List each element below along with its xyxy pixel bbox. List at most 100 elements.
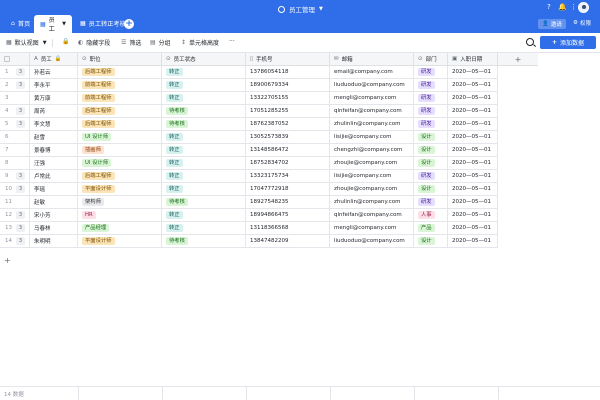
table-row[interactable]: 14 3 朱明明 平面设计师 待考核 13847482209 liuduoduo@compa…: [0, 235, 498, 248]
row-height-button[interactable]: ↕ 单元格高度: [181, 38, 219, 47]
comment-count-badge[interactable]: 3: [16, 68, 25, 76]
phone-cell[interactable]: 18762387052: [246, 118, 330, 131]
hire-date-cell[interactable]: 2020—05—01: [448, 183, 498, 196]
column-header-status[interactable]: ⊙ 员工状态: [162, 53, 246, 66]
hire-date-cell[interactable]: 2020—05—01: [448, 105, 498, 118]
comment-count-badge[interactable]: 3: [16, 211, 25, 219]
position-cell[interactable]: HR: [78, 209, 162, 222]
department-cell[interactable]: 研发: [414, 196, 448, 209]
email-cell[interactable]: qinfeifan@company.com: [330, 105, 414, 118]
comment-count-badge[interactable]: 3: [16, 237, 25, 245]
column-header-department[interactable]: ⊙ 部门: [414, 53, 448, 66]
email-cell[interactable]: liuduoduo@company.com: [330, 235, 414, 248]
status-cell[interactable]: 转正: [162, 92, 246, 105]
row-comment-cell[interactable]: 3: [14, 183, 30, 196]
status-cell[interactable]: 转正: [162, 144, 246, 157]
position-cell[interactable]: 产品经理: [78, 222, 162, 235]
table-row[interactable]: 6 赵雪 UI 设计师 转正 13052573839 lisijie@company.co…: [0, 131, 498, 144]
table-row[interactable]: 8 汪强 UI 设计师 转正 18752834702 zhoujie@company.co…: [0, 157, 498, 170]
row-comment-cell[interactable]: [14, 144, 30, 157]
status-cell[interactable]: 转正: [162, 170, 246, 183]
hire-date-cell[interactable]: 2020—05—01: [448, 196, 498, 209]
hire-date-cell[interactable]: 2020—05—01: [448, 144, 498, 157]
email-cell[interactable]: chengzhi@company.com: [330, 144, 414, 157]
table-row[interactable]: 7 景春博 插画师 转正 13148586472 chengzhi@company.com…: [0, 144, 498, 157]
tab-employees[interactable]: ▦ 员工 ▼: [34, 15, 72, 33]
row-comment-cell[interactable]: 3: [14, 222, 30, 235]
status-cell[interactable]: 转正: [162, 79, 246, 92]
row-comment-cell[interactable]: 3: [14, 170, 30, 183]
phone-cell[interactable]: 18927548235: [246, 196, 330, 209]
status-cell[interactable]: 待考核: [162, 235, 246, 248]
table-row[interactable]: 3 黄万康 前端工程师 转正 13322705155 mengli@company.com…: [0, 92, 498, 105]
more-icon[interactable]: ⋮: [570, 3, 577, 11]
column-header-phone[interactable]: ▯ 手机号: [246, 53, 330, 66]
department-cell[interactable]: 研发: [414, 66, 448, 79]
add-column-button[interactable]: +: [498, 53, 538, 66]
department-cell[interactable]: 人事: [414, 209, 448, 222]
row-comment-cell[interactable]: 3: [14, 209, 30, 222]
column-header-email[interactable]: ✉ 邮箱: [330, 53, 414, 66]
share-button[interactable]: 👤 邀请: [538, 19, 566, 29]
employee-name-cell[interactable]: 周芮: [30, 105, 78, 118]
table-row[interactable]: 5 3 李文慧 后端工程师 待考核 18762387052 zhulinlin@compan…: [0, 118, 498, 131]
employee-name-cell[interactable]: 朱明明: [30, 235, 78, 248]
hire-date-cell[interactable]: 2020—05—01: [448, 157, 498, 170]
position-cell[interactable]: 后端工程师: [78, 66, 162, 79]
avatar[interactable]: [578, 2, 589, 13]
hire-date-cell[interactable]: 2020—05—01: [448, 170, 498, 183]
position-cell[interactable]: 平面设计师: [78, 235, 162, 248]
column-header-hire-date[interactable]: ▣ 入职日期: [448, 53, 498, 66]
column-header-employee[interactable]: A 员工 🔒: [30, 53, 78, 66]
search-icon[interactable]: [526, 38, 534, 46]
position-cell[interactable]: 插画师: [78, 144, 162, 157]
permission-button[interactable]: ⚙ 权限: [573, 19, 591, 27]
app-title[interactable]: 员工管理 ▼: [278, 4, 323, 14]
row-comment-cell[interactable]: 3: [14, 66, 30, 79]
phone-cell[interactable]: 18752834702: [246, 157, 330, 170]
position-cell[interactable]: 前端工程师: [78, 79, 162, 92]
comment-count-badge[interactable]: 3: [16, 107, 25, 115]
table-row[interactable]: 9 3 卢常此 后端工程师 转正 13323175734 lisijie@company.c…: [0, 170, 498, 183]
comment-count-badge[interactable]: 3: [16, 224, 25, 232]
email-cell[interactable]: email@company.com: [330, 66, 414, 79]
status-cell[interactable]: 待考核: [162, 196, 246, 209]
position-cell[interactable]: 平面设计师: [78, 183, 162, 196]
group-button[interactable]: ▤ 分组: [150, 38, 171, 47]
hire-date-cell[interactable]: 2020—05—01: [448, 118, 498, 131]
phone-cell[interactable]: 13323175734: [246, 170, 330, 183]
department-cell[interactable]: 设计: [414, 235, 448, 248]
comment-count-badge[interactable]: 3: [16, 185, 25, 193]
bell-icon[interactable]: 🔔: [558, 3, 567, 11]
hire-date-cell[interactable]: 2020—05—01: [448, 79, 498, 92]
row-comment-cell[interactable]: [14, 196, 30, 209]
status-cell[interactable]: 转正: [162, 183, 246, 196]
status-cell[interactable]: 转正: [162, 222, 246, 235]
department-cell[interactable]: 设计: [414, 144, 448, 157]
row-comment-cell[interactable]: 3: [14, 79, 30, 92]
status-cell[interactable]: 待考核: [162, 105, 246, 118]
phone-cell[interactable]: 13052573839: [246, 131, 330, 144]
phone-cell[interactable]: 18900679334: [246, 79, 330, 92]
position-cell[interactable]: UI 设计师: [78, 131, 162, 144]
position-cell[interactable]: 后端工程师: [78, 118, 162, 131]
employee-name-cell[interactable]: 赵敏: [30, 196, 78, 209]
add-tab-button[interactable]: +: [124, 19, 134, 29]
filter-button[interactable]: ☰ 筛选: [121, 38, 141, 47]
employee-name-cell[interactable]: 马春林: [30, 222, 78, 235]
table-row[interactable]: 2 3 李永平 前端工程师 转正 18900679334 liuduoduo@company…: [0, 79, 498, 92]
employee-name-cell[interactable]: 汪强: [30, 157, 78, 170]
hire-date-cell[interactable]: 2020—05—01: [448, 92, 498, 105]
hire-date-cell[interactable]: 2020—05—01: [448, 222, 498, 235]
table-row[interactable]: 4 3 周芮 后端工程师 待考核 17051285255 qinfeifan@company…: [0, 105, 498, 118]
row-comment-cell[interactable]: 3: [14, 235, 30, 248]
phone-cell[interactable]: 17047772918: [246, 183, 330, 196]
table-row[interactable]: 11 赵敏 架构师 待考核 18927548235 zhulinlin@company.c…: [0, 196, 498, 209]
department-cell[interactable]: 研发: [414, 105, 448, 118]
hire-date-cell[interactable]: 2020—05—01: [448, 235, 498, 248]
comment-count-badge[interactable]: 3: [16, 81, 25, 89]
position-cell[interactable]: 后端工程师: [78, 170, 162, 183]
phone-cell[interactable]: 13322705155: [246, 92, 330, 105]
email-cell[interactable]: lisijie@company.com: [330, 170, 414, 183]
employee-name-cell[interactable]: 宋小芳: [30, 209, 78, 222]
